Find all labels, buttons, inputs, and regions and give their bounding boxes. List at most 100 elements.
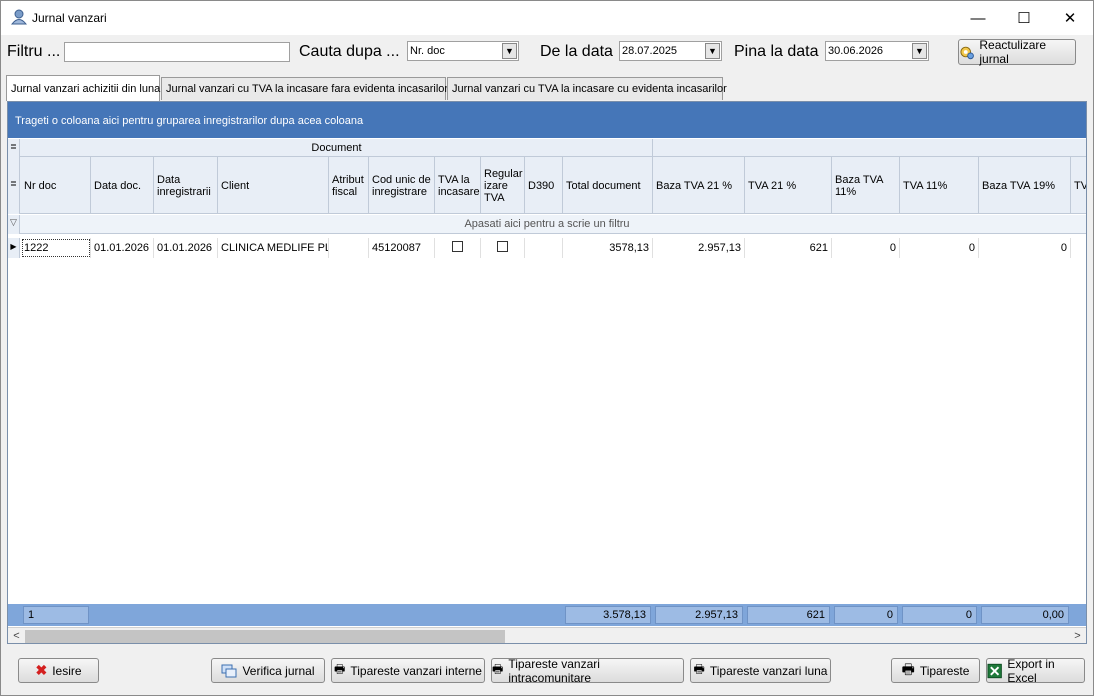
scrollbar-thumb[interactable] [25,630,505,643]
tipareste-vanzari-interne-button[interactable]: 🖶 Tipareste vanzari interne [331,658,485,683]
col-baza-tva-19[interactable]: Baza TVA 19% [979,157,1071,214]
close-x-icon: ✖ [35,662,48,678]
cell-baza-tva-19[interactable]: 0 [979,238,1071,258]
printer-icon: 🖶 [693,662,705,676]
col-regularizare-tva[interactable]: Regular izare TVA [481,157,525,214]
regularizare-tva-checkbox[interactable] [497,241,508,252]
pina-la-data-picker[interactable]: 30.06.2026 ▼ [825,41,929,61]
tip-interne-label: Tipareste vanzari interne [350,663,482,678]
col-atribut-fiscal[interactable]: Atribut fiscal [329,157,369,214]
col-nr-doc[interactable]: Nr doc [21,157,91,214]
cell-regularizare-tva[interactable] [481,238,525,258]
cell-atribut-fiscal[interactable] [329,238,369,258]
pina-la-data-label: Pina la data [734,43,819,60]
app-user-icon [11,9,27,25]
col-tva-partial[interactable]: TVA [1071,157,1086,214]
tva-incasare-checkbox[interactable] [452,241,463,252]
col-cod-unic[interactable]: Cod unic de inregistrare [369,157,435,214]
footer-baza-tva-21: 2.957,13 [655,606,743,624]
auto-filter-row[interactable]: ▽ Apasati aici pentru a scrie un filtru [8,215,1086,234]
cell-baza-tva-21[interactable]: 2.957,13 [653,238,745,258]
col-baza-tva-21[interactable]: Baza TVA 21 % [653,157,745,214]
cell-cod-unic[interactable]: 45120087 [369,238,435,258]
verifica-label: Verifica jurnal [242,663,315,678]
column-chooser-icon[interactable]: ≣ [8,139,20,157]
cell-tva-11[interactable]: 0 [900,238,979,258]
col-data-doc[interactable]: Data doc. [91,157,154,214]
col-baza-tva-11[interactable]: Baza TVA 11% [832,157,900,214]
col-d390[interactable]: D390 [525,157,563,214]
cell-nr-doc[interactable]: 1222 [21,238,91,258]
band-header-row: ≣ Document [8,139,1086,157]
cell-d390[interactable] [525,238,563,258]
excel-icon [987,663,1002,678]
col-total-document[interactable]: Total document [563,157,653,214]
export-excel-button[interactable]: Export in Excel [986,656,1085,685]
cell-data-doc[interactable]: 01.01.2026 [91,238,154,258]
tip-luna-label: Tipareste vanzari luna [709,663,828,678]
tab-tva-cu-evidenta[interactable]: Jurnal vanzari cu TVA la incasare cu evi… [447,77,727,100]
tipareste-vanzari-luna-button[interactable]: 🖶 Tipareste vanzari luna [690,658,831,683]
column-chooser-icon[interactable]: ≣ [8,157,20,214]
reactualizare-label: Reactulizare jurnal [979,38,1047,66]
cell-total-document[interactable]: 3578,13 [563,238,653,258]
export-label: Export in Excel [1007,656,1055,685]
col-client[interactable]: Client [218,157,329,214]
tab-jurnal-luna[interactable]: Jurnal vanzari achizitii din luna [6,75,160,101]
tipareste-button[interactable]: 🖶 Tipareste [891,658,980,683]
gear-refresh-icon [960,46,974,60]
footer-baza-tva-19: 0,00 [981,606,1069,624]
footer-total: 3.578,13 [565,606,651,624]
cauta-dupa-select[interactable]: Nr. doc ▼ [407,41,519,61]
cell-baza-tva-11[interactable]: 0 [832,238,900,258]
cauta-dupa-label: Cauta dupa ... [299,43,400,60]
band-empty [653,139,1086,157]
filtru-input[interactable] [64,42,290,62]
verifica-jurnal-button[interactable]: Verifica jurnal [211,658,325,683]
de-la-data-label: De la data [540,43,613,60]
window-title: Jurnal vanzari [32,11,107,25]
scroll-right-icon[interactable]: > [1070,629,1085,643]
cell-data-inregistrarii[interactable]: 01.01.2026 [154,238,218,258]
scroll-left-icon[interactable]: < [9,629,24,643]
reactualizare-jurnal-button[interactable]: Reactulizare jurnal [958,38,1076,66]
col-tva-21[interactable]: TVA 21 % [745,157,832,214]
chevron-down-icon[interactable]: ▼ [502,43,517,59]
printer-icon: 🖶 [901,660,915,677]
iesire-label: Iesire [52,663,82,678]
footer-count: 1 [23,606,89,624]
band-document: Document [21,139,653,157]
filtru-label: Filtru ... [7,43,61,60]
cell-tva-21[interactable]: 621 [745,238,832,258]
footer-tva-11: 0 [902,606,977,624]
sales-journal-grid: Trageti o coloana aici pentru gruparea i… [7,101,1087,644]
col-tva-incasare[interactable]: TVA la incasare [435,157,481,214]
tip-intra-label: Tipareste vanzari intracomunitare [508,656,600,685]
minimize-button[interactable]: — [955,1,1001,35]
maximize-button[interactable]: ☐ [1001,1,1047,35]
summary-footer-row: 1 3.578,13 2.957,13 621 0 0 0,00 [8,604,1086,626]
chevron-down-icon[interactable]: ▼ [912,43,927,59]
printer-icon: 🖶 [334,662,346,676]
horizontal-scrollbar[interactable]: < > [8,627,1086,643]
title-bar: Jurnal vanzari — ☐ ✕ [1,1,1093,35]
tab-tva-fara-evidenta[interactable]: Jurnal vanzari cu TVA la incasare fara e… [161,77,448,100]
cell-client[interactable]: CLINICA MEDLIFE PLU [218,238,329,258]
table-row[interactable]: ▶ 1222 01.01.2026 01.01.2026 CLINICA MED… [8,238,1086,258]
jurnal-vanzari-window: Jurnal vanzari — ☐ ✕ Filtru ... Cauta du… [0,0,1094,696]
close-button[interactable]: ✕ [1047,1,1093,35]
col-data-inregistrarii[interactable]: Data inregistrarii [154,157,218,214]
de-la-data-picker[interactable]: 28.07.2025 ▼ [619,41,722,61]
bottom-toolbar: ✖ Iesire Verifica jurnal 🖶 Tipareste van… [1,651,1093,691]
pina-la-data-value: 30.06.2026 [828,45,884,57]
printer-icon: 🖶 [492,662,504,676]
chevron-down-icon[interactable]: ▼ [705,43,720,59]
cell-tva-incasare[interactable] [435,238,481,258]
col-tva-11[interactable]: TVA 11% [900,157,979,214]
windows-check-icon [221,664,237,677]
filter-bar: Filtru ... Cauta dupa ... Nr. doc ▼ De l… [1,35,1093,71]
iesire-button[interactable]: ✖ Iesire [18,658,99,683]
group-by-area[interactable]: Trageti o coloana aici pentru gruparea i… [8,102,1086,138]
tipareste-vanzari-intracomunitare-button[interactable]: 🖶 Tipareste vanzari intracomunitare [491,656,684,685]
row-indicator-icon: ▶ [8,238,20,258]
